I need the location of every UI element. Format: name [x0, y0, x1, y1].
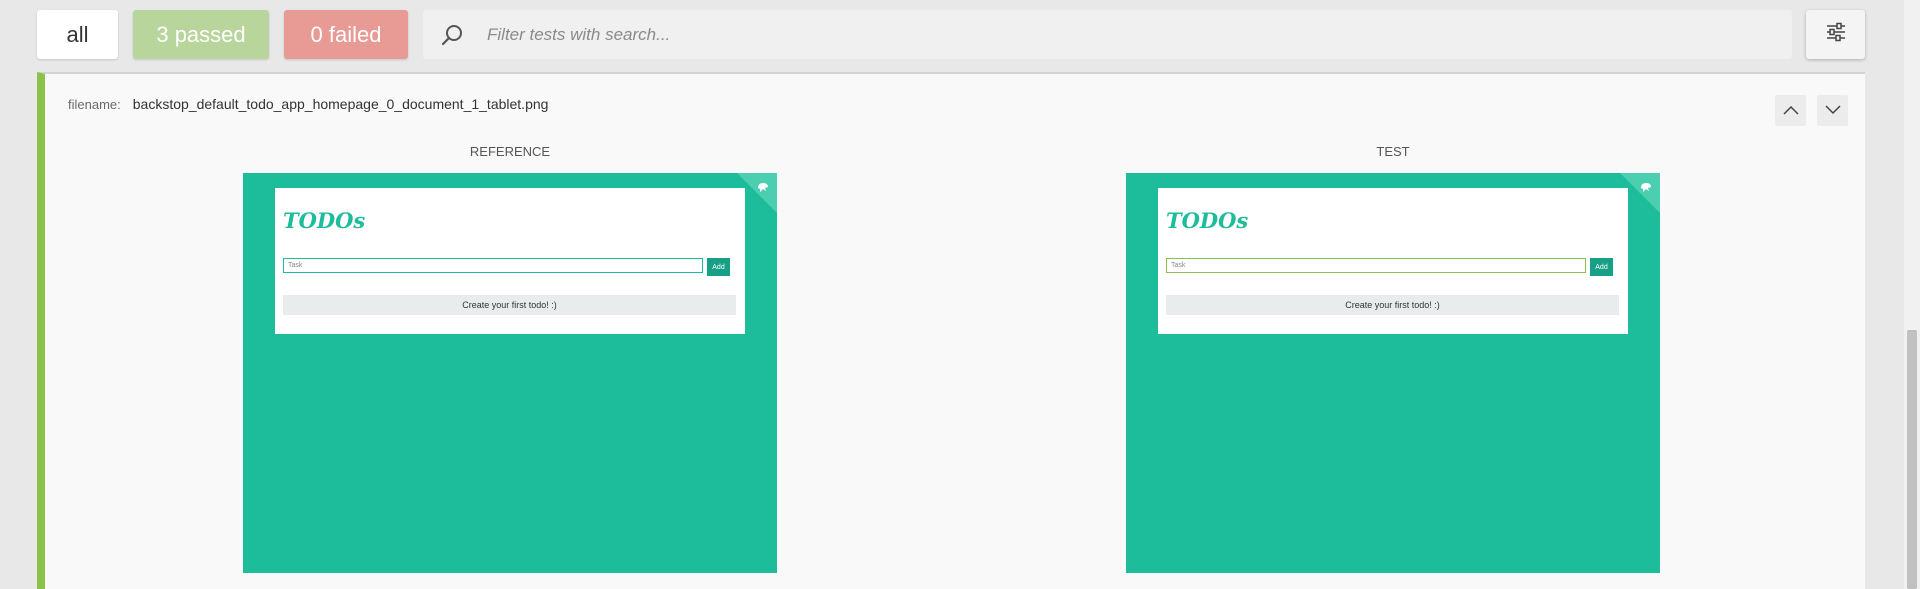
- scroll-down-button[interactable]: [1817, 95, 1848, 126]
- settings-sliders-icon: [1825, 21, 1847, 48]
- scroll-up-button[interactable]: [1775, 95, 1806, 126]
- filter-all-button[interactable]: all: [37, 10, 118, 59]
- filename-row: filename: backstop_default_todo_app_home…: [68, 96, 548, 112]
- backstop-logo-icon: [1638, 179, 1654, 195]
- scrollbar-thumb[interactable]: [1907, 330, 1917, 589]
- empty-message: Create your first todo! :): [1166, 295, 1619, 315]
- add-button: Add: [1590, 258, 1613, 276]
- reference-column-label: REFERENCE: [469, 144, 551, 159]
- test-screenshot[interactable]: TODOs Task Add Create your first todo! :…: [1126, 173, 1660, 573]
- filter-passed-button[interactable]: 3 passed: [133, 10, 269, 59]
- top-toolbar: all 3 passed 0 failed: [0, 0, 1920, 70]
- todo-app-card: TODOs Task Add Create your first todo! :…: [1158, 188, 1628, 334]
- reference-screenshot[interactable]: TODOs Task Add Create your first todo! :…: [243, 173, 777, 573]
- filter-failed-button[interactable]: 0 failed: [284, 10, 408, 59]
- search-icon[interactable]: [437, 20, 467, 50]
- test-result-card: filename: backstop_default_todo_app_home…: [37, 72, 1865, 589]
- task-input: Task: [1166, 258, 1586, 273]
- filename-value: backstop_default_todo_app_homepage_0_doc…: [132, 96, 549, 112]
- empty-message: Create your first todo! :): [283, 295, 736, 315]
- search-bar: [423, 10, 1792, 59]
- todo-title: TODOs: [1166, 208, 1249, 233]
- chevron-up-icon: [1782, 102, 1799, 120]
- add-button: Add: [707, 258, 730, 276]
- todo-title: TODOs: [283, 208, 366, 233]
- backstop-logo-icon: [755, 179, 771, 195]
- test-column-label: TEST: [1376, 144, 1410, 159]
- search-input[interactable]: [485, 23, 1689, 46]
- filename-label: filename:: [68, 97, 121, 112]
- task-input: Task: [283, 258, 703, 273]
- settings-button[interactable]: [1806, 10, 1865, 59]
- todo-app-card: TODOs Task Add Create your first todo! :…: [275, 188, 745, 334]
- chevron-down-icon: [1824, 102, 1841, 120]
